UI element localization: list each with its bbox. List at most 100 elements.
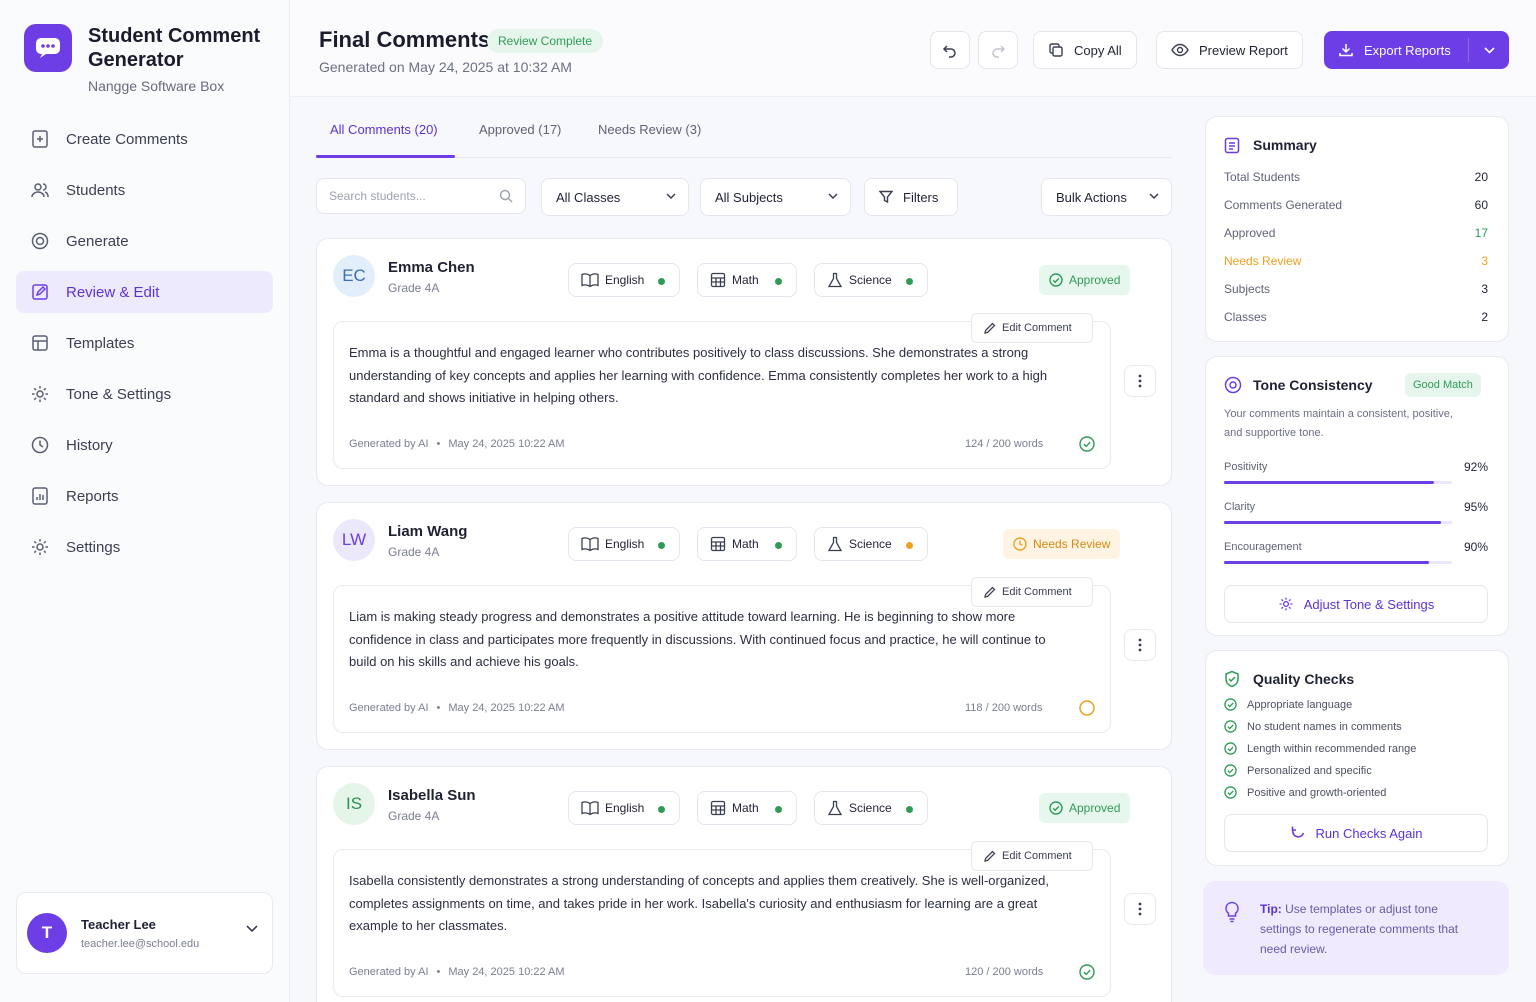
user-name: Teacher Lee (81, 916, 156, 932)
more-options-button[interactable] (1124, 365, 1156, 397)
nav-history[interactable]: History (16, 424, 273, 466)
nav-settings[interactable]: Settings (16, 526, 273, 568)
export-dropdown-toggle[interactable] (1469, 46, 1509, 54)
export-reports-button[interactable]: Export Reports (1324, 31, 1509, 69)
summary-label: Classes (1224, 310, 1267, 324)
check-circle-icon (1224, 720, 1237, 733)
tab-needs-review[interactable]: Needs Review (3) (598, 122, 701, 137)
user-avatar: T (27, 913, 67, 953)
subject-chip[interactable]: Math (697, 791, 797, 825)
filter-bar: All Classes All Subjects Filters Bulk Ac… (316, 178, 1172, 216)
subject-select-value: All Subjects (715, 189, 783, 205)
nav-students[interactable]: Students (16, 169, 273, 211)
subject-chip[interactable]: Science (814, 791, 928, 825)
sidebar-nav: Create Comments Students Generate Review… (16, 118, 273, 577)
pencil-icon (984, 322, 996, 334)
subject-chip[interactable]: English (568, 791, 680, 825)
sidebar: Student Comment Generator Nangge Softwar… (0, 0, 290, 1002)
clock-icon (1013, 537, 1027, 551)
chevron-down-icon (828, 193, 838, 200)
edit-comment-button[interactable]: Edit Comment (971, 313, 1093, 343)
subject-chip[interactable]: Science (814, 263, 928, 297)
preview-report-button[interactable]: Preview Report (1156, 31, 1303, 69)
tab-all-comments[interactable]: All Comments (20) (330, 122, 438, 137)
subject-status-dot (775, 278, 782, 285)
subject-status-dot (906, 278, 913, 285)
status-badge: Review Complete (487, 29, 604, 53)
nav-create-comments[interactable]: Create Comments (16, 118, 273, 160)
nav-reports[interactable]: Reports (16, 475, 273, 517)
undo-icon (942, 45, 956, 58)
filters-button[interactable]: Filters (864, 178, 958, 216)
student-avatar: IS (333, 783, 375, 825)
summary-value: 17 (1474, 226, 1488, 240)
subject-chip[interactable]: Math (697, 263, 797, 297)
comment-text[interactable]: Liam is making steady progress and demon… (349, 606, 1054, 674)
nav-review-edit[interactable]: Review & Edit (16, 271, 273, 313)
copy-all-button[interactable]: Copy All (1033, 31, 1137, 69)
edit-comment-button[interactable]: Edit Comment (971, 841, 1093, 871)
quality-checks-panel: Quality Checks Appropriate language No st… (1205, 650, 1509, 866)
tip-text: Tip: Use templates or adjust tone settin… (1260, 899, 1460, 959)
nav-generate[interactable]: Generate (16, 220, 273, 262)
subject-status-dot (906, 542, 913, 549)
tab-approved[interactable]: Approved (17) (479, 122, 561, 137)
check-circle-icon (1224, 764, 1237, 777)
gear-icon (32, 386, 48, 402)
adjust-tone-button[interactable]: Adjust Tone & Settings (1224, 585, 1488, 623)
undo-button[interactable] (930, 31, 970, 69)
user-menu[interactable]: T Teacher Lee teacher.lee@school.edu (16, 892, 273, 974)
comment-status-badge: Approved (1039, 793, 1131, 823)
subject-chip[interactable]: Science (814, 527, 928, 561)
class-select[interactable]: All Classes (541, 178, 689, 216)
comment-text[interactable]: Isabella consistently demonstrates a str… (349, 870, 1054, 938)
metric-label: Positivity (1224, 461, 1268, 473)
nav-tone-settings[interactable]: Tone & Settings (16, 373, 273, 415)
student-avatar: LW (333, 519, 375, 561)
quality-check-label: Personalized and specific (1247, 764, 1372, 777)
subject-chip[interactable]: English (568, 263, 680, 297)
nav-label: Reports (66, 487, 119, 505)
nav-label: Tone & Settings (66, 385, 172, 403)
subject-select[interactable]: All Subjects (700, 178, 851, 216)
tone-title: Tone Consistency (1253, 377, 1373, 393)
subject-status-dot (658, 278, 665, 285)
subject-chip[interactable]: English (568, 527, 680, 561)
flask-icon (827, 536, 843, 552)
word-count: 120 / 200 words (965, 966, 1044, 978)
tip-card: Tip: Use templates or adjust tone settin… (1203, 881, 1509, 975)
app-logo-icon (24, 24, 72, 72)
page-header: Final Comments Review Complete Generated… (290, 0, 1536, 97)
status-label: Approved (1069, 801, 1121, 815)
comment-box: Emma is a thoughtful and engaged learner… (333, 321, 1111, 469)
subject-label: Math (732, 801, 759, 815)
metric-label: Encouragement (1224, 541, 1302, 553)
summary-value: 20 (1474, 170, 1488, 184)
subject-status-dot (906, 806, 913, 813)
quality-check-item: No student names in comments (1224, 720, 1402, 733)
run-checks-button[interactable]: Run Checks Again (1224, 814, 1488, 852)
subject-label: Science (849, 537, 892, 551)
nav-templates[interactable]: Templates (16, 322, 273, 364)
chevron-down-icon[interactable] (246, 925, 258, 933)
more-options-button[interactable] (1124, 893, 1156, 925)
edit-comment-button[interactable]: Edit Comment (971, 577, 1093, 607)
app-title: Student Comment Generator (88, 25, 261, 71)
redo-button[interactable] (978, 31, 1018, 69)
search-input[interactable] (329, 189, 489, 203)
bulk-actions-select[interactable]: Bulk Actions (1041, 178, 1172, 216)
comment-text[interactable]: Emma is a thoughtful and engaged learner… (349, 342, 1054, 410)
filters-label: Filters (903, 189, 939, 205)
pencil-icon (984, 586, 996, 598)
edit-label: Edit Comment (1002, 850, 1072, 862)
tone-consistency-panel: Tone Consistency Good Match Your comment… (1205, 356, 1509, 636)
users-icon (31, 183, 49, 198)
redo-icon (992, 45, 1006, 58)
summary-value: 2 (1481, 310, 1488, 324)
subject-chip[interactable]: Math (697, 527, 797, 561)
metric-value: 90% (1463, 540, 1488, 554)
summary-value: 3 (1481, 282, 1488, 296)
search-icon (499, 189, 513, 203)
check-circle-icon (1049, 273, 1063, 287)
more-options-button[interactable] (1124, 629, 1156, 661)
